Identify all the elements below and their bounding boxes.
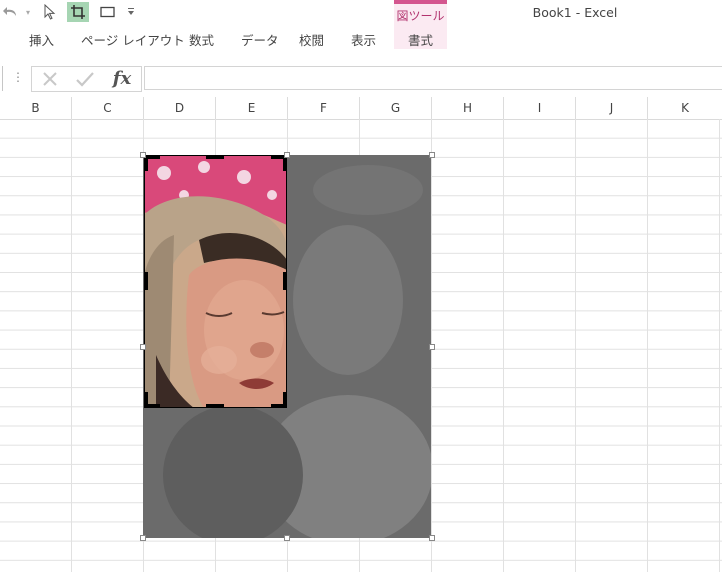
cancel-icon[interactable] bbox=[38, 66, 62, 91]
undo-icon[interactable] bbox=[0, 2, 22, 22]
resize-handle-bottom-right[interactable] bbox=[429, 535, 435, 541]
crop-handle-bottom-middle[interactable] bbox=[206, 404, 224, 408]
column-header-h[interactable]: H bbox=[432, 97, 504, 119]
formula-input[interactable] bbox=[144, 66, 722, 90]
tab-review[interactable]: 校閲 bbox=[299, 30, 324, 48]
column-header-d[interactable]: D bbox=[144, 97, 216, 119]
undo-dropdown-icon[interactable]: ▾ bbox=[22, 2, 34, 22]
resize-handle-top-middle[interactable] bbox=[284, 152, 290, 158]
column-header-i[interactable]: I bbox=[504, 97, 576, 119]
tab-view[interactable]: 表示 bbox=[351, 30, 376, 48]
picture-tools-label: 図ツール bbox=[396, 9, 445, 23]
tab-formulas[interactable]: 数式 bbox=[189, 30, 214, 48]
window-title: Book1 - Excel bbox=[532, 5, 618, 20]
tab-page-layout[interactable]: ページ レイアウト bbox=[81, 30, 185, 48]
enter-check-icon[interactable] bbox=[73, 66, 97, 91]
column-header-k[interactable]: K bbox=[648, 97, 722, 119]
crop-icon[interactable] bbox=[67, 2, 89, 22]
tab-format[interactable]: 書式 bbox=[408, 30, 433, 48]
crop-handle-middle-right[interactable] bbox=[283, 272, 287, 290]
crop-handle-bottom-right-vertical[interactable] bbox=[283, 392, 287, 408]
tab-data[interactable]: データ bbox=[241, 30, 279, 48]
name-box[interactable] bbox=[0, 66, 3, 91]
select-objects-icon[interactable] bbox=[40, 2, 60, 22]
resize-handle-middle-right[interactable] bbox=[429, 344, 435, 350]
rectangle-shape-icon[interactable] bbox=[98, 2, 118, 22]
baby-photo bbox=[144, 155, 287, 408]
crop-handle-top-middle[interactable] bbox=[206, 155, 224, 159]
resize-handle-middle-left[interactable] bbox=[140, 344, 146, 350]
column-header-f[interactable]: F bbox=[288, 97, 360, 119]
tab-insert[interactable]: 挿入 bbox=[29, 30, 54, 48]
column-header-b[interactable]: B bbox=[0, 97, 72, 119]
customize-toolbar-icon[interactable] bbox=[124, 2, 138, 22]
crop-handle-bottom-left-vertical[interactable] bbox=[144, 392, 148, 408]
resize-handle-top-right[interactable] bbox=[429, 152, 435, 158]
resize-handle-bottom-middle[interactable] bbox=[284, 535, 290, 541]
column-header-g[interactable]: G bbox=[360, 97, 432, 119]
formula-bar-splitter[interactable]: ⋮ bbox=[12, 70, 24, 84]
picture-crop-region[interactable] bbox=[144, 155, 287, 408]
resize-handle-top-left[interactable] bbox=[140, 152, 146, 158]
column-header-e[interactable]: E bbox=[216, 97, 288, 119]
insert-function-icon[interactable]: fx bbox=[108, 66, 136, 91]
column-header-c[interactable]: C bbox=[72, 97, 144, 119]
crop-handle-middle-left[interactable] bbox=[144, 272, 148, 290]
resize-handle-bottom-left[interactable] bbox=[140, 535, 146, 541]
column-header-j[interactable]: J bbox=[576, 97, 648, 119]
